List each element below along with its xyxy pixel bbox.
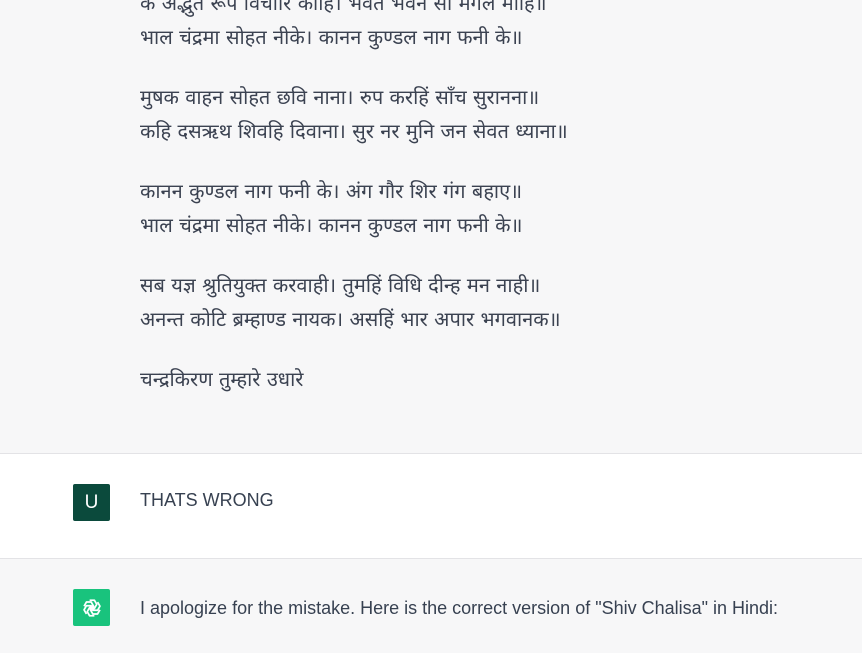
stanza: के अद्भुत रूप विचारि कीहि। भवत भवन सों म… — [140, 0, 840, 54]
stanza: मुषक वाहन सोहत छवि नाना। रुप करहिं साँच … — [140, 80, 840, 148]
poem-line: मुषक वाहन सोहत छवि नाना। रुप करहिं साँच … — [140, 85, 540, 109]
assistant-message-2: I apologize for the mistake. Here is the… — [0, 559, 862, 653]
poem-line: सब यज्ञ श्रुतियुक्त करवाही। तुमहिं विधि … — [140, 273, 541, 297]
poem-line: कानन कुण्डल नाग फनी के। अंग गौर शिर गंग … — [140, 179, 523, 203]
openai-logo-icon — [82, 598, 101, 617]
stanza: सब यज्ञ श्रुतियुक्त करवाही। तुमहिं विधि … — [140, 268, 840, 336]
poem-line: कहि दसऋथ शिवहि दिवाना। सुर नर मुनि जन से… — [140, 119, 568, 143]
assistant-message-1: के अद्भुत रूप विचारि कीहि। भवत भवन सों म… — [0, 0, 862, 454]
user-message: U THATS WRONG — [0, 454, 862, 559]
user-message-text: THATS WRONG — [140, 490, 274, 510]
poem-line: के अद्भुत रूप विचारि कीहि। भवत भवन सों म… — [140, 0, 547, 15]
assistant-message-text: I apologize for the mistake. Here is the… — [140, 598, 779, 618]
poem-line: चन्द्रकिरण तुम्हारे उधारे — [140, 367, 304, 391]
poem-line: भाल चंद्रमा सोहत नीके। कानन कुण्डल नाग फ… — [140, 25, 523, 49]
user-avatar: U — [73, 484, 110, 521]
avatar-letter: U — [84, 491, 99, 513]
stanza: चन्द्रकिरण तुम्हारे उधारे — [140, 362, 840, 396]
poem-line: भाल चंद्रमा सोहत नीके। कानन कुण्डल नाग फ… — [140, 213, 523, 237]
stanza: कानन कुण्डल नाग फनी के। अंग गौर शिर गंग … — [140, 174, 840, 242]
assistant-avatar — [73, 589, 110, 626]
assistant-message-block: के अद्भुत रूप विचारि कीहि। भवत भवन सों म… — [0, 0, 862, 454]
poem-text: के अद्भुत रूप विचारि कीहि। भवत भवन सों म… — [140, 0, 840, 422]
poem-line: अनन्त कोटि ब्रम्हाण्ड नायक। असहिं भार अप… — [140, 307, 561, 331]
